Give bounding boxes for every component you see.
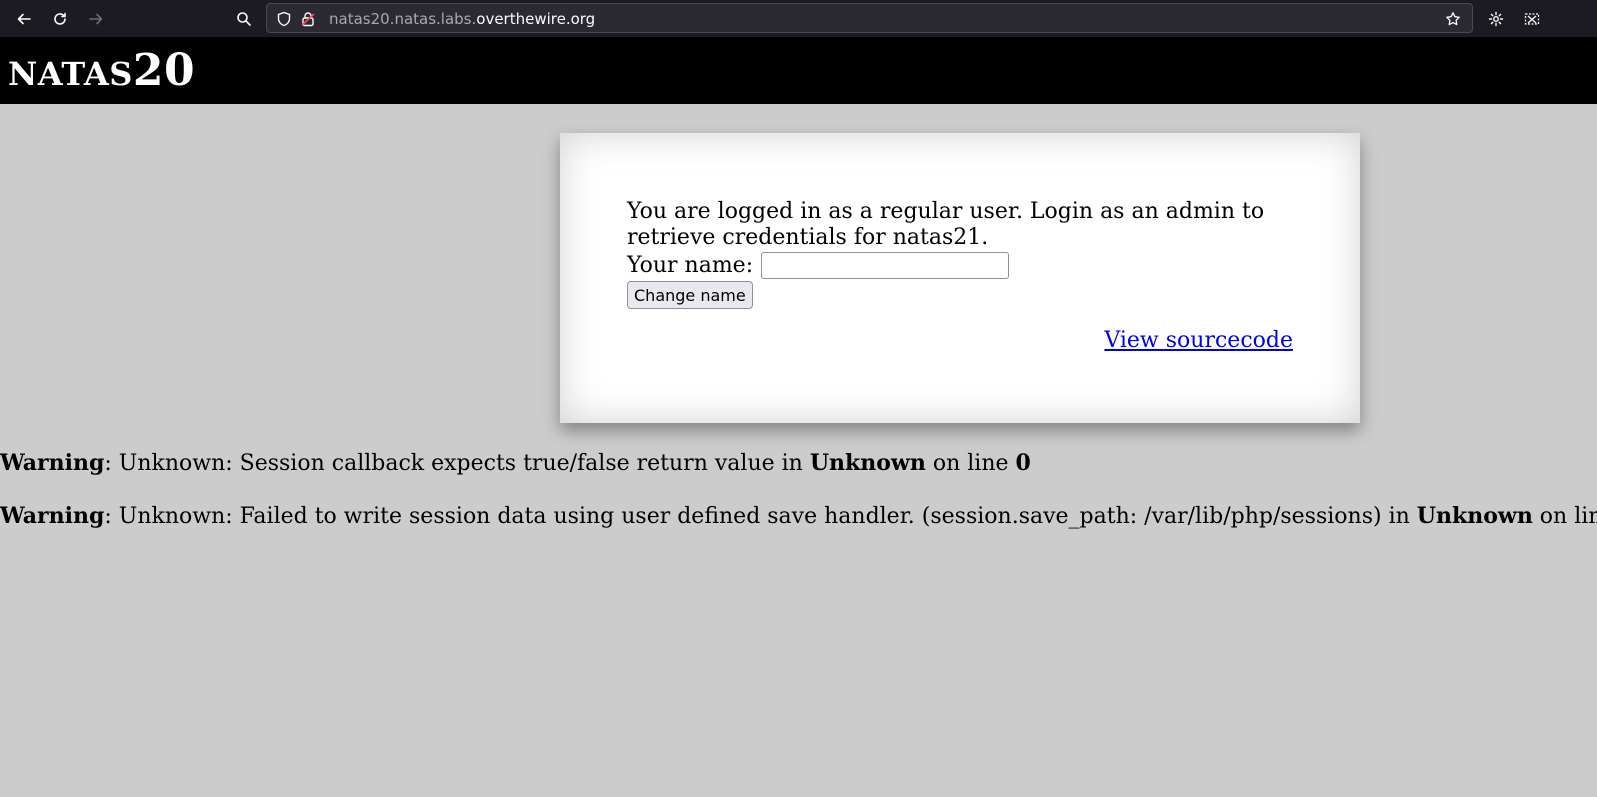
warning-line-text: on line <box>1539 504 1597 529</box>
insecure-lock-icon[interactable] <box>299 10 317 28</box>
warning-message-1: Warning: Unknown: Session callback expec… <box>0 450 1031 477</box>
browser-toolbar: natas20.natas.labs.overthewire.org <box>0 0 1597 37</box>
back-arrow-icon[interactable] <box>11 6 37 32</box>
login-status-message: You are logged in as a regular user. Log… <box>627 199 1265 250</box>
url-host-dim: natas20.natas.labs. <box>329 10 477 28</box>
warning-location: Unknown <box>809 450 926 476</box>
name-label: Your name: <box>627 252 754 278</box>
warning-label: Warning <box>0 503 105 529</box>
forward-arrow-icon[interactable] <box>83 6 109 32</box>
bookmark-star-icon[interactable] <box>1444 10 1462 28</box>
warning-text: : Unknown: Failed to write session data … <box>104 504 1417 529</box>
warning-text: : Unknown: Session callback expects true… <box>104 451 810 476</box>
warning-line-text: on line <box>925 451 1016 476</box>
warning-location: Unknown <box>1416 503 1533 529</box>
site-title-prefix: NATAS <box>8 55 133 93</box>
name-form-row: Your name: <box>627 252 1010 279</box>
url-host-main: overthewire.org <box>476 10 596 28</box>
site-title: NATAS20 <box>8 45 195 100</box>
warning-label: Warning <box>0 450 105 476</box>
site-header: NATAS20 <box>0 37 1597 104</box>
site-title-number: 20 <box>132 45 196 96</box>
address-bar[interactable]: natas20.natas.labs.overthewire.org <box>266 3 1473 33</box>
warning-line-number: 0 <box>1015 450 1031 476</box>
url-text[interactable]: natas20.natas.labs.overthewire.org <box>329 10 595 28</box>
warning-message-2: Warning: Unknown: Failed to write sessio… <box>0 503 1597 530</box>
view-sourcecode-link[interactable]: View sourcecode <box>1104 328 1293 354</box>
reload-icon[interactable] <box>47 6 73 32</box>
content-card: You are logged in as a regular user. Log… <box>560 133 1360 423</box>
gear-icon[interactable] <box>1483 6 1509 32</box>
name-input[interactable] <box>761 252 1010 279</box>
search-icon[interactable] <box>231 6 257 32</box>
shield-icon[interactable] <box>275 10 293 28</box>
screenshot-icon[interactable] <box>1519 6 1545 32</box>
change-name-button[interactable]: Change name <box>627 281 753 309</box>
